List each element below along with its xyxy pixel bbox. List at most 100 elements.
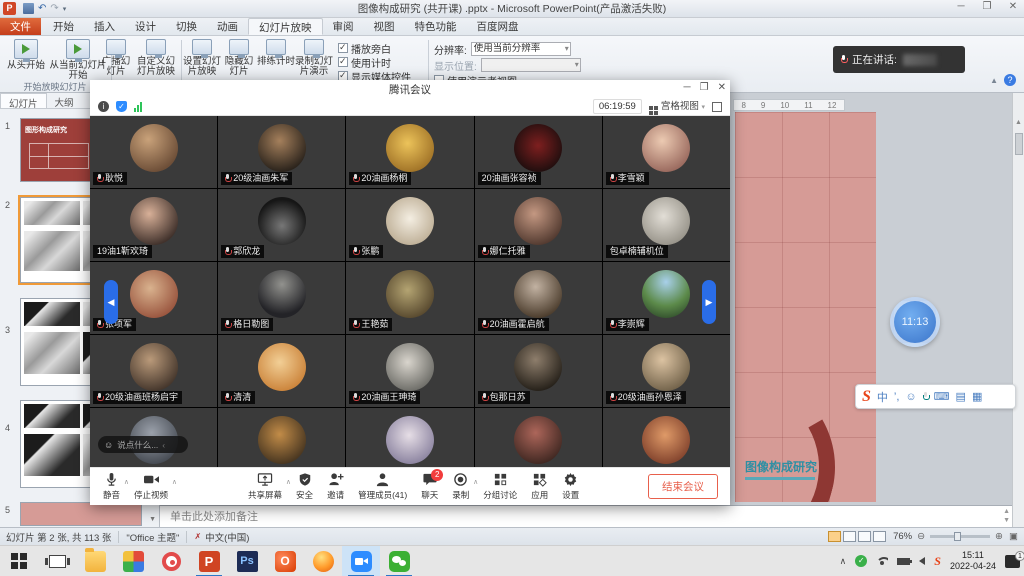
breakout-rooms-button[interactable]: 分组讨论 xyxy=(476,468,524,506)
collapse-ribbon-icon[interactable]: ▲ xyxy=(990,76,998,85)
powerpoint-taskbar-button[interactable]: P xyxy=(190,546,228,576)
wifi-icon[interactable] xyxy=(876,557,888,566)
volume-icon[interactable] xyxy=(919,557,925,565)
tab-design[interactable]: 设计 xyxy=(125,18,166,35)
undo-icon[interactable]: ↶ xyxy=(38,3,46,14)
sogou-tray-icon[interactable]: S xyxy=(934,554,941,569)
qat-customize-icon[interactable]: ▾ xyxy=(63,5,67,13)
participant-tile[interactable]: 20级油画孙恩泽 xyxy=(603,335,730,407)
participant-tile[interactable]: 20油画王珅琦 xyxy=(346,335,473,407)
from-beginning-button[interactable]: 从头开始 xyxy=(4,39,48,71)
fullscreen-icon[interactable] xyxy=(712,102,722,112)
slideshow-view-icon[interactable] xyxy=(873,531,886,542)
grid-page-next-button[interactable]: ▶ xyxy=(702,280,716,324)
participant-tile[interactable]: 格日勒图 xyxy=(218,262,345,334)
participant-tile[interactable]: 清清 xyxy=(218,335,345,407)
collapse-chat-icon[interactable]: ‹ xyxy=(162,440,165,450)
quick-chat-bar[interactable]: ☺ 说点什么... ‹ xyxy=(98,436,188,453)
participant-tile[interactable]: 包卓楠辅机位 xyxy=(603,189,730,261)
redo-icon[interactable]: ↷ xyxy=(50,3,58,14)
video-options-caret[interactable]: ∧ xyxy=(172,478,177,486)
voice-input-icon[interactable] xyxy=(923,392,928,401)
participant-tile[interactable]: 郭欣龙 xyxy=(218,189,345,261)
manage-members-button[interactable]: 管理成员(41) xyxy=(351,468,414,506)
taskbar-clock[interactable]: 15:11 2022-04-24 xyxy=(950,550,996,572)
emoji-icon[interactable]: ☺ xyxy=(104,440,113,450)
play-narrations-checkbox[interactable]: 播放旁白 xyxy=(338,41,411,55)
notes-pane[interactable]: 单击此处添加备注 ▲▼ xyxy=(160,505,1012,527)
record-button[interactable]: 录制∧ xyxy=(445,468,476,506)
meeting-maximize-button[interactable]: ❐ xyxy=(700,82,709,93)
zoom-out-icon[interactable]: ⊖ xyxy=(917,531,925,542)
use-timings-checkbox[interactable]: 使用计时 xyxy=(338,55,411,69)
participant-tile[interactable] xyxy=(603,408,730,467)
mute-button[interactable]: 静音∧ xyxy=(96,468,127,506)
panel-scroll-down-icon[interactable]: ▼ xyxy=(149,516,156,523)
help-icon[interactable]: ? xyxy=(1004,74,1016,86)
tab-animations[interactable]: 动画 xyxy=(207,18,248,35)
meeting-minimize-button[interactable]: ─ xyxy=(684,82,691,93)
tab-home[interactable]: 开始 xyxy=(43,18,84,35)
tab-slides-pane[interactable]: 幻灯片 xyxy=(0,93,47,108)
minimize-button[interactable]: ─ xyxy=(952,1,970,12)
desktop-clock-widget[interactable]: 11:13 xyxy=(890,297,940,347)
zoom-slider-thumb[interactable] xyxy=(954,532,961,541)
tab-file[interactable]: 文件 xyxy=(0,18,41,35)
participant-tile[interactable]: 20油画张容祯 xyxy=(475,116,602,188)
zoom-slider[interactable] xyxy=(930,535,990,538)
wechat-taskbar-button[interactable] xyxy=(380,546,418,576)
language-indicator[interactable]: 中文(中国) xyxy=(205,530,249,544)
participant-tile[interactable] xyxy=(475,408,602,467)
save-icon[interactable] xyxy=(23,3,34,14)
maximize-button[interactable]: ❐ xyxy=(978,1,996,12)
tab-outline-pane[interactable]: 大纲 xyxy=(47,93,82,108)
settings-button[interactable]: 设置 xyxy=(555,468,586,506)
stop-video-button[interactable]: 停止视频∧ xyxy=(127,468,175,506)
notes-scroll-icons[interactable]: ▲▼ xyxy=(1003,507,1010,525)
tab-baidu-netdisk[interactable]: 百度网盘 xyxy=(467,18,529,35)
grid-page-previous-button[interactable]: ◀ xyxy=(104,280,118,324)
antivirus-shield-icon[interactable]: ✓ xyxy=(855,555,867,567)
apps-button[interactable]: 应用 xyxy=(524,468,555,506)
participant-tile[interactable]: 李雪颖 xyxy=(603,116,730,188)
tab-review[interactable]: 审阅 xyxy=(323,18,364,35)
emoji-icon[interactable]: ☺ xyxy=(905,391,916,403)
participant-tile[interactable]: 张鹏 xyxy=(346,189,473,261)
action-center-icon[interactable]: 1 xyxy=(1005,555,1020,568)
tab-transitions[interactable]: 切换 xyxy=(166,18,207,35)
meeting-close-button[interactable]: ✕ xyxy=(718,82,726,93)
start-button[interactable] xyxy=(0,546,38,576)
resolution-dropdown[interactable]: 使用当前分辨率 xyxy=(471,42,571,56)
scrollbar-thumb[interactable] xyxy=(1015,133,1023,155)
record-slideshow-button[interactable]: 录制幻灯片演示 xyxy=(293,39,335,77)
scroll-up-icon[interactable]: ▲ xyxy=(1013,93,1024,126)
zoom-in-icon[interactable]: ⊕ xyxy=(995,531,1003,542)
slide-thumbnail-5[interactable] xyxy=(20,502,142,526)
participant-tile[interactable]: 娜仁托雅 xyxy=(475,189,602,261)
participant-tile[interactable]: 王艳茹 xyxy=(346,262,473,334)
setup-slideshow-button[interactable]: 设置幻灯片放映 xyxy=(183,39,221,77)
view-mode-switcher[interactable]: 宫格视图 ▾ xyxy=(649,98,705,115)
keyboard-icon[interactable]: ⌨ xyxy=(934,390,950,403)
sogou-input-toolbar[interactable]: S 中 ’, ☺ ⌨ ▤ ▦ xyxy=(855,384,1016,409)
app-button-colorful[interactable] xyxy=(114,546,152,576)
participant-tile[interactable] xyxy=(218,408,345,467)
slide-sorter-view-icon[interactable] xyxy=(843,531,856,542)
hide-slide-button[interactable]: 隐藏幻灯片 xyxy=(221,39,257,77)
meeting-security-shield-icon[interactable]: ✓ xyxy=(116,101,127,112)
tencent-meeting-taskbar-button[interactable] xyxy=(342,546,380,576)
clipboard-icon[interactable]: ▤ xyxy=(956,390,966,403)
participant-tile[interactable]: 20油画霍启航 xyxy=(475,262,602,334)
tab-features[interactable]: 特色功能 xyxy=(405,18,467,35)
from-current-slide-button[interactable]: 从当前幻灯片开始 xyxy=(48,39,108,81)
slide-canvas[interactable]: 图像构成研究 xyxy=(735,112,876,502)
participant-tile[interactable]: 耿悦 xyxy=(90,116,217,188)
task-view-button[interactable] xyxy=(38,546,76,576)
invite-button[interactable]: 邀请 xyxy=(320,468,351,506)
participant-tile[interactable]: 包那日苏 xyxy=(475,335,602,407)
end-meeting-button[interactable]: 结束会议 xyxy=(648,474,718,499)
tab-insert[interactable]: 插入 xyxy=(84,18,125,35)
participant-tile[interactable]: 20级油画朱军 xyxy=(218,116,345,188)
spellcheck-icon[interactable]: ✗ xyxy=(194,532,201,541)
broadcast-slideshow-button[interactable]: 广播幻灯片 xyxy=(100,39,132,77)
